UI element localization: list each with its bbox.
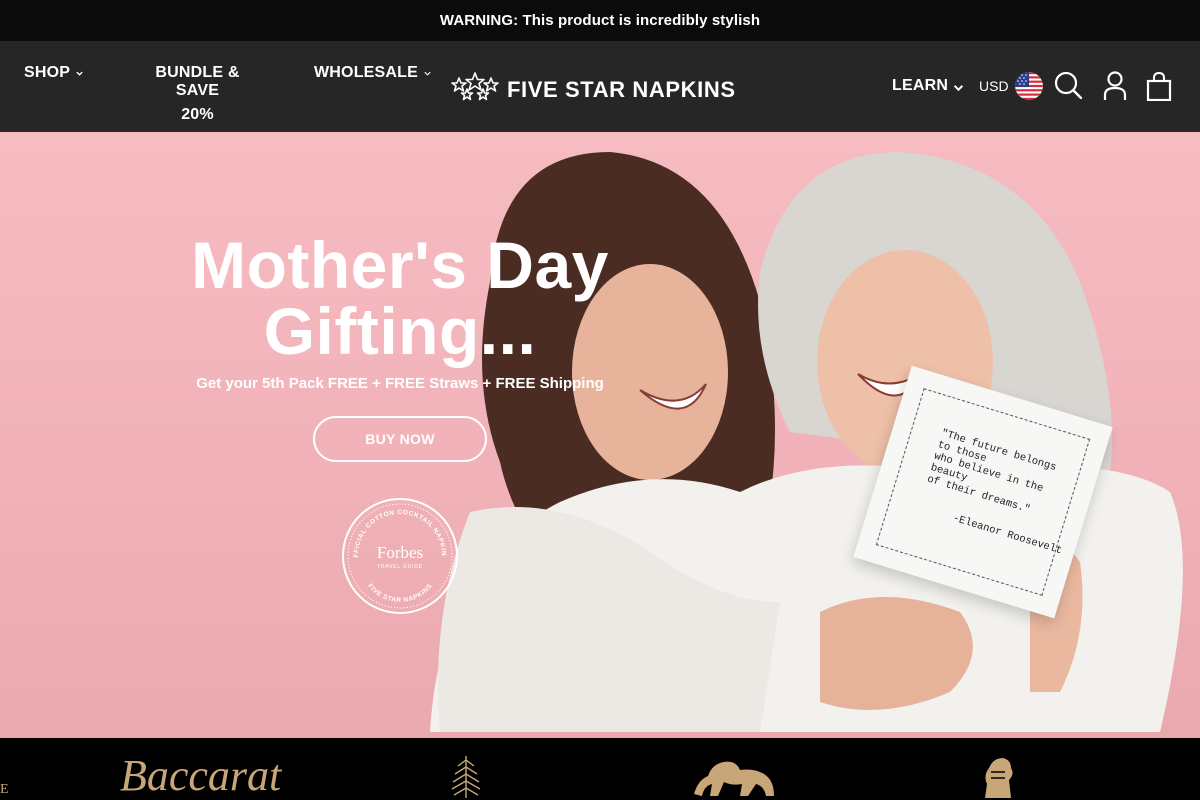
lion-logo-icon <box>688 756 778 800</box>
account-icon[interactable] <box>1103 71 1127 101</box>
site-logo[interactable]: FIVE STAR NAPKINS <box>451 72 736 107</box>
nav-wholesale-label: WHOLESALE <box>314 64 419 81</box>
site-header: SHOP BUNDLE & SAVE 20% WHOLESALE FIVE ST… <box>0 41 1200 132</box>
chevron-down-icon <box>423 69 432 78</box>
nav-bundle-label-line2: 20% <box>181 106 214 123</box>
forbes-badge: THE OFFICIAL COTTON COCKTAIL NAPKINS 202… <box>337 491 460 621</box>
nav-wholesale[interactable]: WHOLESALE <box>314 64 432 82</box>
chevron-down-icon <box>75 69 84 78</box>
hero-title-line1: Mother's Day <box>191 228 609 302</box>
logo-text: FIVE STAR NAPKINS <box>507 76 736 102</box>
knight-logo-icon <box>975 754 1019 800</box>
currency-code: USD <box>979 78 1009 94</box>
currency-selector[interactable]: USD <box>979 72 1043 100</box>
brand-logo-strip: E Baccarat <box>0 738 1200 800</box>
nav-learn[interactable]: LEARN <box>892 77 964 95</box>
star-cluster-icon <box>451 72 499 107</box>
buy-now-button[interactable]: BUY NOW <box>313 416 487 462</box>
brand-edge-letter: E <box>0 782 9 797</box>
cart-icon[interactable] <box>1146 71 1172 101</box>
announcement-text: WARNING: This product is incredibly styl… <box>439 12 761 29</box>
tree-logo-icon <box>448 754 484 800</box>
us-flag-icon <box>1014 72 1043 100</box>
nav-learn-label: LEARN <box>892 77 949 94</box>
nav-shop-label: SHOP <box>24 64 71 81</box>
hero-banner: Mother's Day Gifting... Get your 5th Pac… <box>0 132 1200 738</box>
brand-baccarat-logo: Baccarat <box>120 751 282 800</box>
badge-brand: Forbes <box>377 543 423 562</box>
chevron-down-icon <box>953 82 964 91</box>
nav-bundle-save[interactable]: BUNDLE & SAVE 20% <box>134 64 261 124</box>
nav-bundle-label-line1: BUNDLE & SAVE <box>155 64 240 99</box>
hero-title-line2: Gifting... <box>263 294 537 368</box>
badge-sub: TRAVEL GUIDE <box>377 564 423 570</box>
nav-shop[interactable]: SHOP <box>24 64 84 82</box>
search-icon[interactable] <box>1054 71 1082 99</box>
hero-subtitle: Get your 5th Pack FREE + FREE Straws + F… <box>196 375 604 392</box>
hero-title: Mother's Day Gifting... <box>150 232 650 364</box>
badge-ring-bottom: FIVE STAR NAPKINS <box>366 583 434 605</box>
announcement-bar: WARNING: This product is incredibly styl… <box>0 0 1200 41</box>
